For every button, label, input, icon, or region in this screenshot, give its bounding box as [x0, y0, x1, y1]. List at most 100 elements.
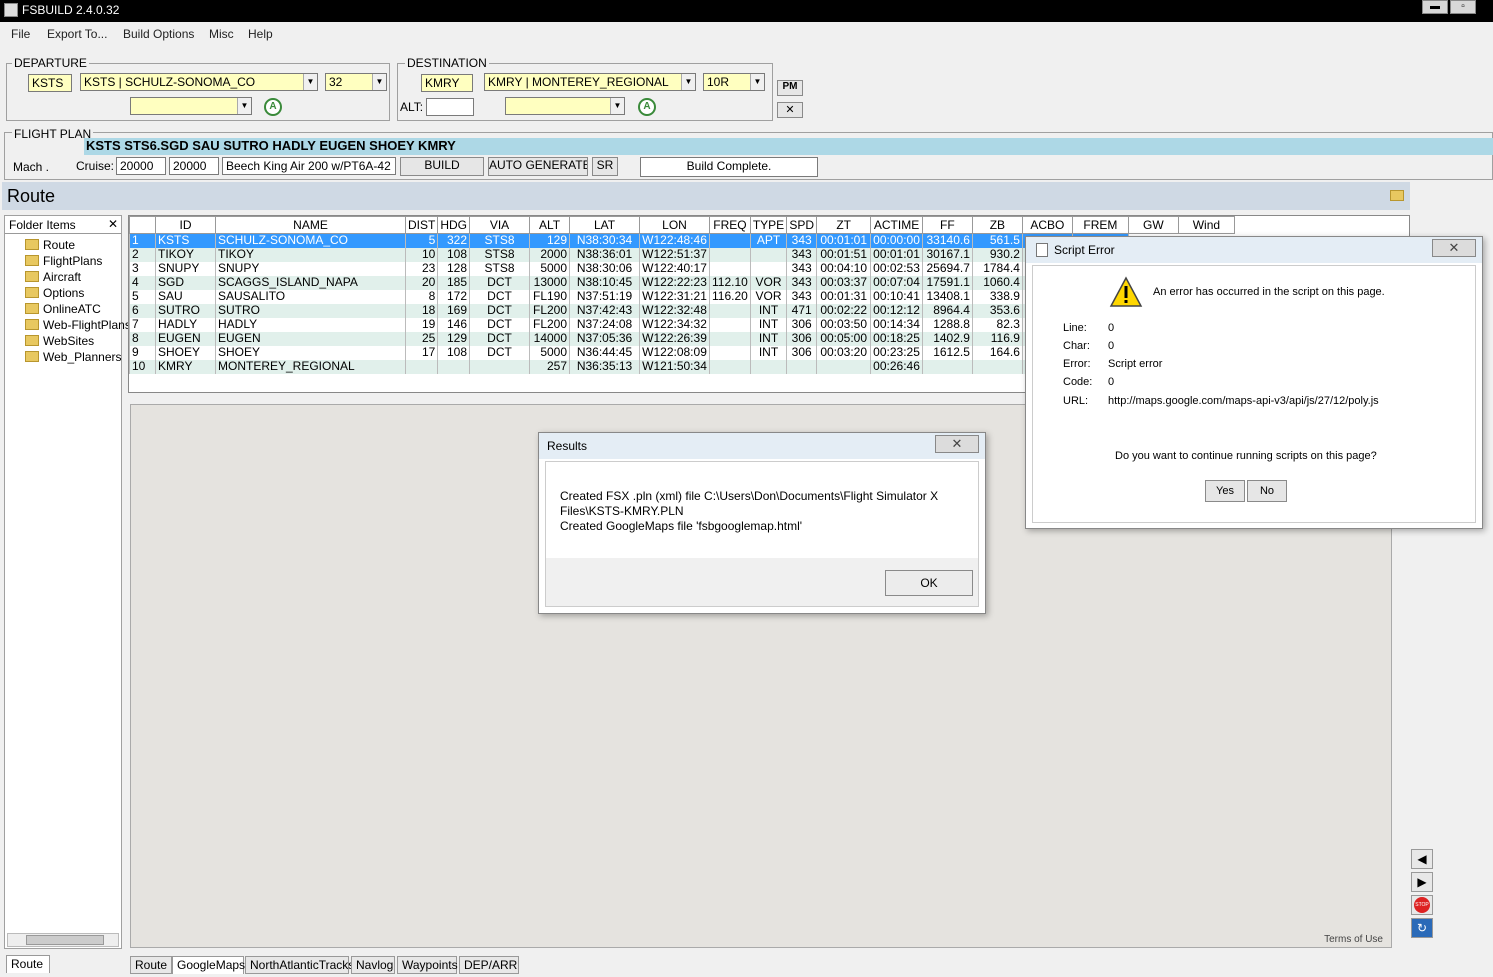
departure-airport-value: KSTS | SCHULZ-SONOMA_CO — [84, 75, 256, 89]
maximize-button[interactable]: ▫ — [1450, 0, 1476, 14]
table-cell: W121:50:34 — [639, 359, 711, 374]
pm-button[interactable]: PM — [777, 80, 803, 96]
folder-icon — [25, 303, 39, 314]
cruise-altitude-input-2[interactable]: 20000 — [169, 157, 219, 175]
departure-runway-select[interactable]: 32 ▼ — [325, 73, 387, 91]
clear-button[interactable]: ✕ — [777, 102, 803, 118]
table-cell: 343 — [786, 247, 818, 262]
table-cell: 8 — [129, 331, 156, 346]
forward-arrow-icon[interactable]: ▶ — [1411, 872, 1433, 892]
char-label: Char: — [1063, 340, 1090, 352]
menu-file[interactable]: File — [11, 27, 30, 41]
departure-search-icon[interactable]: A — [264, 98, 282, 116]
cruise-altitude-input[interactable]: 20000 — [116, 157, 166, 175]
tab-googlemaps[interactable]: GoogleMaps — [172, 956, 245, 974]
column-header[interactable]: SPD — [786, 216, 818, 234]
close-button[interactable]: ✕ — [1432, 239, 1476, 257]
table-cell: FL190 — [529, 289, 571, 304]
tree-item-flightplans[interactable]: FlightPlans — [25, 254, 102, 268]
script-error-dialog: Script Error ✕ An error has occurred in … — [1025, 236, 1483, 529]
menu-export[interactable]: Export To... — [47, 27, 107, 41]
refresh-icon[interactable]: ↻ — [1411, 918, 1433, 938]
close-icon[interactable]: ✕ — [108, 217, 118, 231]
table-cell: 5000 — [529, 345, 571, 360]
aircraft-field[interactable]: Beech King Air 200 w/PT6A-42 — [222, 157, 396, 175]
column-header[interactable]: ACBO — [1021, 216, 1073, 234]
column-header[interactable]: LON — [639, 216, 711, 234]
alternate-input[interactable] — [426, 98, 474, 116]
column-header[interactable]: HDG — [437, 216, 471, 234]
ok-button[interactable]: OK — [885, 570, 973, 596]
table-cell: 2000 — [529, 247, 571, 262]
tab-dep-arr[interactable]: DEP/ARR — [459, 956, 519, 974]
column-header[interactable]: GW — [1127, 216, 1179, 234]
code-label: Code: — [1063, 376, 1093, 388]
horizontal-scrollbar[interactable] — [7, 933, 119, 947]
column-header[interactable]: ZB — [971, 216, 1023, 234]
destination-search-icon[interactable]: A — [638, 98, 656, 116]
close-button[interactable]: ✕ — [935, 435, 979, 453]
tree-item-websites[interactable]: WebSites — [25, 334, 94, 348]
column-header[interactable]: FREM — [1071, 216, 1129, 234]
departure-sid-select[interactable]: ▼ — [130, 97, 252, 115]
minimize-button[interactable]: ▬ — [1422, 0, 1448, 14]
auto-generate-button[interactable]: AUTO GENERATE — [488, 157, 588, 176]
column-header[interactable]: ID — [155, 216, 216, 234]
table-cell — [437, 359, 471, 374]
table-cell: APT — [749, 233, 788, 248]
tree-item-web-planners[interactable]: Web_Planners — [25, 350, 122, 364]
folder-icon[interactable] — [1390, 190, 1404, 201]
table-cell — [921, 359, 973, 374]
stop-button[interactable]: STOP — [1411, 895, 1433, 915]
table-cell: W122:51:37 — [639, 247, 711, 262]
column-header[interactable]: TYPE — [749, 216, 788, 234]
column-header[interactable]: FREQ — [709, 216, 751, 234]
column-header[interactable] — [129, 216, 156, 234]
tab-northatlantictracks[interactable]: NorthAtlanticTracks — [245, 956, 354, 974]
tab-waypoints[interactable]: Waypoints — [397, 956, 458, 974]
destination-code-input[interactable]: KMRY — [421, 74, 473, 92]
code-value: 0 — [1108, 376, 1115, 388]
column-header[interactable]: FF — [921, 216, 973, 234]
table-cell: N37:24:08 — [569, 317, 641, 332]
table-cell: SCHULZ-SONOMA_CO — [215, 233, 406, 248]
table-cell: 00:01:31 — [816, 289, 872, 304]
column-header[interactable]: NAME — [215, 216, 406, 234]
destination-runway-select[interactable]: 10R ▼ — [703, 73, 765, 91]
table-cell — [709, 345, 751, 360]
table-cell: 116.20 — [709, 289, 751, 304]
back-arrow-icon[interactable]: ◀ — [1411, 849, 1433, 869]
tree-item-aircraft[interactable]: Aircraft — [25, 270, 81, 284]
scrollbar-thumb[interactable] — [26, 935, 104, 945]
table-cell: FL200 — [529, 303, 571, 318]
table-cell: 343 — [786, 261, 818, 276]
flightplan-route[interactable]: KSTS STS6.SGD SAU SUTRO HADLY EUGEN SHOE… — [84, 138, 1493, 155]
tree-item-options[interactable]: Options — [25, 286, 84, 300]
tab-navlog[interactable]: Navlog — [351, 956, 395, 974]
column-header[interactable]: DIST — [404, 216, 439, 234]
yes-button[interactable]: Yes — [1205, 480, 1245, 502]
table-cell: 00:02:22 — [816, 303, 872, 318]
departure-airport-select[interactable]: KSTS | SCHULZ-SONOMA_CO ▼ — [80, 73, 318, 91]
column-header[interactable]: LAT — [569, 216, 641, 234]
destination-airport-select[interactable]: KMRY | MONTEREY_REGIONAL ▼ — [484, 73, 696, 91]
menu-build-options[interactable]: Build Options — [123, 27, 194, 41]
tree-item-route[interactable]: Route — [25, 238, 75, 252]
departure-code-input[interactable]: KSTS — [28, 74, 72, 92]
column-header[interactable]: ALT — [529, 216, 571, 234]
column-header[interactable]: Wind — [1177, 216, 1235, 234]
column-header[interactable]: ACTIME — [870, 216, 923, 234]
menu-misc[interactable]: Misc — [209, 27, 234, 41]
left-tab-route[interactable]: Route — [6, 955, 50, 973]
sr-button[interactable]: SR — [592, 157, 618, 176]
column-header[interactable]: VIA — [469, 216, 531, 234]
destination-star-select[interactable]: ▼ — [505, 97, 625, 115]
menu-help[interactable]: Help — [248, 27, 273, 41]
terms-of-use-link[interactable]: Terms of Use — [1324, 934, 1383, 945]
tab-route[interactable]: Route — [130, 956, 172, 974]
column-header[interactable]: ZT — [816, 216, 872, 234]
no-button[interactable]: No — [1247, 480, 1287, 502]
tree-item-onlineatc[interactable]: OnlineATC — [25, 302, 101, 316]
tree-item-web-flightplans[interactable]: Web-FlightPlans — [25, 318, 131, 332]
build-button[interactable]: BUILD — [400, 157, 484, 176]
